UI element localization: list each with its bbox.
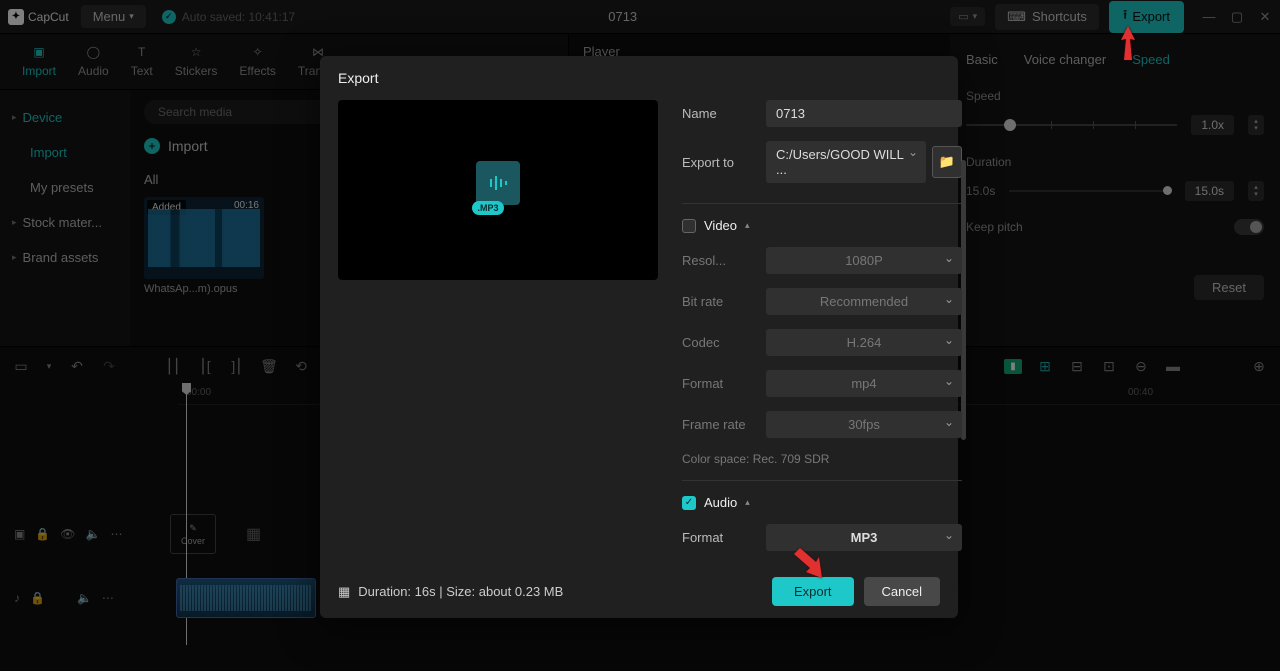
fps-label: Frame rate [682, 417, 766, 432]
dialog-title: Export [320, 56, 958, 100]
audio-checkbox[interactable]: ✓ [682, 496, 696, 510]
vformat-label: Format [682, 376, 766, 391]
codec-label: Codec [682, 335, 766, 350]
caret-up-icon: ▴ [745, 497, 750, 508]
aformat-label: Format [682, 530, 766, 545]
audio-section-toggle[interactable]: ✓ Audio ▴ [682, 495, 962, 510]
bitrate-select[interactable]: Recommended [766, 288, 962, 315]
name-label: Name [682, 106, 766, 121]
video-checkbox[interactable] [682, 219, 696, 233]
caret-up-icon: ▴ [745, 220, 750, 231]
export-preview: .MP3 [338, 100, 658, 280]
dialog-footer: ▦ Duration: 16s | Size: about 0.23 MB Ex… [320, 565, 958, 618]
codec-select[interactable]: H.264 [766, 329, 962, 356]
export-confirm-button[interactable]: Export [772, 577, 854, 606]
export-dialog: Export .MP3 Name Export to C:/Users/GOOD… [320, 56, 958, 618]
fps-select[interactable]: 30fps [766, 411, 962, 438]
cancel-button[interactable]: Cancel [864, 577, 940, 606]
audio-format-select[interactable]: MP3 [766, 524, 962, 551]
mp3-badge: .MP3 [472, 201, 503, 215]
export-form: Name Export to C:/Users/GOOD WILL ... 📁 … [682, 100, 962, 565]
browse-folder-button[interactable]: 📁 [932, 146, 962, 178]
folder-icon: 📁 [939, 154, 955, 170]
audio-file-icon [476, 161, 520, 205]
export-stats: Duration: 16s | Size: about 0.23 MB [358, 584, 563, 599]
resolution-select[interactable]: 1080P [766, 247, 962, 274]
bitrate-label: Bit rate [682, 294, 766, 309]
export-name-input[interactable] [766, 100, 962, 127]
video-format-select[interactable]: mp4 [766, 370, 962, 397]
colorspace-note: Color space: Rec. 709 SDR [682, 452, 962, 466]
resolution-label: Resol... [682, 253, 766, 268]
exportto-label: Export to [682, 155, 766, 170]
film-icon: ▦ [338, 584, 350, 600]
export-path-field[interactable]: C:/Users/GOOD WILL ... [766, 141, 926, 183]
video-section-toggle[interactable]: Video ▴ [682, 218, 962, 233]
